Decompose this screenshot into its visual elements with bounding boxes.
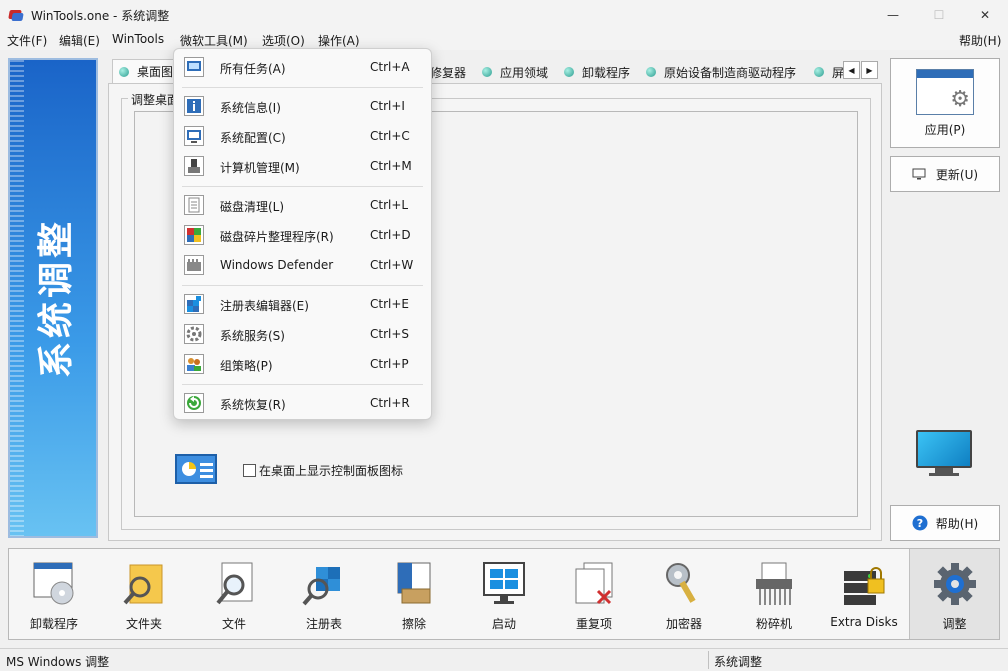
tab-scroll-left-button[interactable]: ◀ [843, 61, 860, 79]
menu-wintools[interactable]: WinTools [112, 32, 164, 46]
help-button[interactable]: ? 帮助(H) [890, 505, 1000, 541]
monitor-decoration-icon [916, 430, 972, 478]
menu-item-group-policy[interactable]: 组策略(P) Ctrl+P [178, 349, 427, 379]
defragmenter-icon [184, 225, 204, 245]
folder-search-icon [122, 561, 166, 607]
tool-uninstall[interactable]: 卸载程序 [9, 549, 99, 639]
wintools-app-icon [8, 7, 24, 23]
show-control-panel-label: 在桌面上显示控制面板图标 [259, 464, 404, 478]
menu-item-disk-cleanup[interactable]: 磁盘清理(L) Ctrl+L [178, 190, 427, 220]
svg-text:?: ? [917, 517, 923, 530]
registry-icon [302, 561, 346, 607]
gear-icon [933, 561, 977, 607]
file-search-icon [212, 561, 256, 607]
status-left: MS Windows 调整 [6, 655, 110, 669]
menu-item-system-config[interactable]: 系统配置(C) Ctrl+C [178, 121, 427, 151]
tool-extra-disks[interactable]: Extra Disks [819, 549, 909, 639]
banner-title: 系统调整 [36, 217, 77, 379]
shredder-icon [752, 561, 796, 607]
menu-help[interactable]: 帮助(H) [959, 32, 1001, 49]
maximize-button[interactable]: ☐ [916, 0, 962, 30]
apply-label: 应用(P) [924, 122, 966, 137]
uninstall-icon [32, 561, 76, 607]
apply-settings-icon: ⚙ [916, 68, 974, 115]
menu-edit[interactable]: 编辑(E) [59, 32, 100, 49]
close-button[interactable]: ✕ [962, 0, 1008, 30]
tab-oem-drivers[interactable]: 原始设备制造商驱动程序 [646, 62, 796, 82]
title-bar: WinTools.one - 系统调整 — ☐ ✕ [0, 0, 1008, 30]
eraser-icon [392, 561, 436, 607]
tool-eraser[interactable]: 擦除 [369, 549, 459, 639]
disk-cleanup-icon [184, 195, 204, 215]
menu-separator [182, 87, 423, 88]
menu-separator [182, 285, 423, 286]
menu-item-defragmenter[interactable]: 磁盘碎片整理程序(R) Ctrl+D [178, 220, 427, 250]
tool-shredder[interactable]: 粉碎机 [729, 549, 819, 639]
menu-item-system-services[interactable]: 系统服务(S) Ctrl+S [178, 319, 427, 349]
system-services-gear-icon [184, 324, 204, 344]
minimize-button[interactable]: — [870, 0, 916, 30]
menu-item-system-restore[interactable]: 系统恢复(R) Ctrl+R [178, 388, 427, 418]
apply-button[interactable]: ⚙ 应用(P) [890, 58, 1000, 148]
menu-item-computer-management[interactable]: 计算机管理(M) Ctrl+M [178, 151, 427, 181]
tab-dot-icon [646, 67, 656, 77]
tab-dot-icon [564, 67, 574, 77]
tool-duplicates[interactable]: 重复项 [549, 549, 639, 639]
tool-tweak[interactable]: 调整 [909, 549, 999, 639]
tab-uninstall[interactable]: 卸载程序 [564, 62, 630, 82]
menu-file[interactable]: 文件(F) [7, 32, 47, 49]
menu-bar: 文件(F) 编辑(E) WinTools 微软工具(M) 选项(O) 操作(A)… [0, 30, 1008, 50]
tab-repairer[interactable]: 修复器 [430, 62, 466, 82]
locked-disks-icon [842, 561, 886, 607]
window-title: WinTools.one - 系统调整 [31, 8, 170, 23]
all-tasks-icon [184, 57, 204, 77]
computer-management-icon [184, 156, 204, 176]
help-label: 帮助(H) [935, 516, 979, 531]
tool-registry[interactable]: 注册表 [279, 549, 369, 639]
tab-dot-icon [119, 66, 129, 77]
menu-item-system-info[interactable]: 系统信息(I) Ctrl+I [178, 91, 427, 121]
tool-folder[interactable]: 文件夹 [99, 549, 189, 639]
system-restore-icon [184, 393, 204, 413]
tab-scroll-right-button[interactable]: ▶ [861, 61, 878, 79]
banner-stripes [10, 60, 24, 536]
menu-item-all-tasks[interactable]: 所有任务(A) Ctrl+A [178, 52, 427, 82]
bottom-toolbar: 卸载程序 文件夹 文件 注册表 擦除 启动 重复项 加密器 粉碎机 Extra … [8, 548, 1000, 640]
system-info-icon [184, 96, 204, 116]
status-bar: MS Windows 调整 系统调整 [0, 648, 1008, 671]
menu-item-windows-defender[interactable]: Windows Defender Ctrl+W [178, 250, 427, 280]
system-config-icon [184, 126, 204, 146]
status-separator [708, 651, 709, 669]
menu-options[interactable]: 选项(O) [262, 32, 305, 49]
show-control-panel-checkbox[interactable] [243, 464, 256, 477]
tab-dot-icon [482, 67, 492, 77]
key-icon [662, 561, 706, 607]
menu-separator [182, 186, 423, 187]
menu-item-registry-editor[interactable]: 注册表编辑器(E) Ctrl+E [178, 289, 427, 319]
group-policy-icon [184, 354, 204, 374]
tab-more[interactable]: 屏 [814, 62, 844, 82]
status-right: 系统调整 [714, 655, 763, 669]
menu-separator [182, 384, 423, 385]
help-icon: ? [912, 515, 928, 531]
update-button[interactable]: 更新(U) [890, 156, 1000, 192]
tab-dot-icon [814, 67, 824, 77]
tab-desktop-icons[interactable]: 桌面图 [112, 59, 181, 83]
menu-ms-tools[interactable]: 微软工具(M) [180, 32, 248, 49]
monitor-icon [912, 168, 926, 180]
tool-startup[interactable]: 启动 [459, 549, 549, 639]
tool-file[interactable]: 文件 [189, 549, 279, 639]
side-banner: 系统调整 [8, 58, 98, 538]
show-control-panel-option[interactable]: 在桌面上显示控制面板图标 [243, 462, 403, 479]
windows-defender-icon [184, 255, 204, 275]
duplicates-icon [572, 561, 616, 607]
startup-windows-icon [482, 561, 526, 607]
tool-encryptor[interactable]: 加密器 [639, 549, 729, 639]
tab-app-domain[interactable]: 应用领域 [482, 62, 548, 82]
registry-editor-icon [184, 294, 204, 314]
menu-actions[interactable]: 操作(A) [318, 32, 360, 49]
update-label: 更新(U) [935, 167, 979, 182]
control-panel-icon [175, 454, 217, 484]
ms-tools-dropdown: 所有任务(A) Ctrl+A 系统信息(I) Ctrl+I 系统配置(C) Ct… [173, 48, 432, 420]
